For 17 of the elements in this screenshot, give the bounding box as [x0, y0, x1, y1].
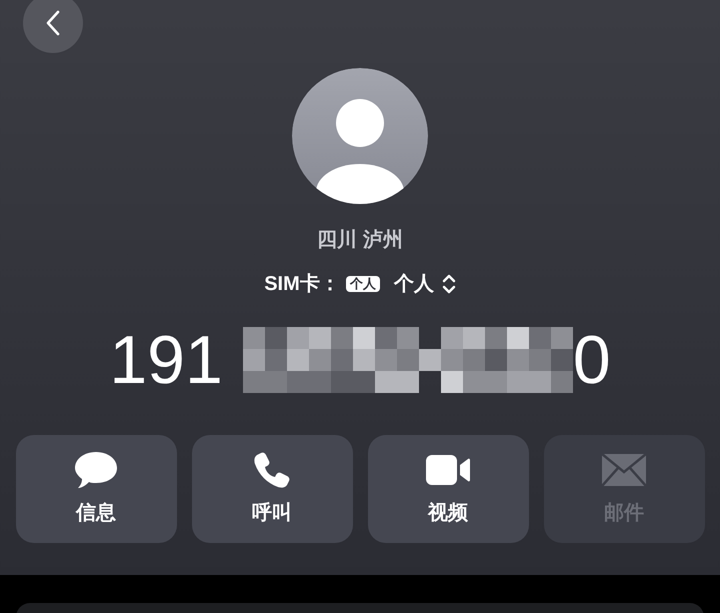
- phone-icon: [253, 451, 291, 489]
- phone-number-end: 0: [572, 324, 611, 396]
- back-icon: [46, 10, 60, 36]
- sim-label: SIM卡：: [264, 272, 340, 297]
- phone-number-start: 191: [109, 324, 223, 396]
- avatar-icon: [292, 68, 428, 204]
- message-button[interactable]: 信息: [16, 435, 176, 543]
- call-button[interactable]: 呼叫: [192, 435, 352, 543]
- speech-bubble-icon: [74, 450, 118, 490]
- sim-badge: 个人: [346, 276, 380, 292]
- location-text: 四川 泸州: [317, 228, 403, 253]
- sim-selector[interactable]: 个人: [394, 269, 456, 299]
- video-button[interactable]: 视频: [368, 435, 528, 543]
- back-button[interactable]: [23, 0, 83, 53]
- video-camera-icon: [425, 454, 471, 486]
- envelope-icon: [601, 453, 647, 487]
- chevron-up-down-icon: [442, 273, 456, 295]
